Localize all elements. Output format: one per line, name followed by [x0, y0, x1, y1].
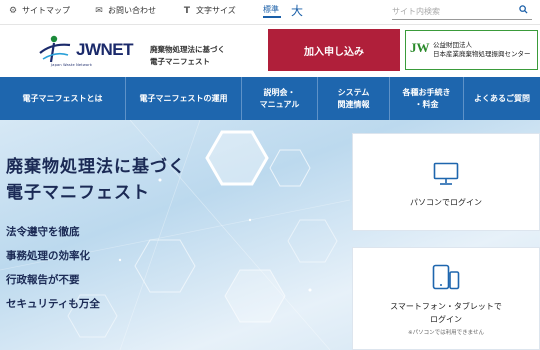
nav-item-procedures[interactable]: 各種お手続き ・料金: [390, 77, 464, 120]
hero-title: 廃棄物処理法に基づく 電子マニフェスト: [6, 157, 186, 203]
jwnet-logo-icon: [38, 35, 72, 65]
mail-icon: ✉: [95, 5, 103, 16]
monitor-icon: [433, 162, 459, 190]
pc-login-label: パソコンでログイン: [410, 198, 482, 207]
benefit-item: 事務処理の効率化: [6, 250, 90, 262]
benefit-item: 法令遵守を徹底: [6, 226, 80, 238]
smartphone-login-note: ※パソコンでは利用できません: [408, 330, 484, 336]
nav-item-system[interactable]: システム 関連情報: [318, 77, 390, 120]
font-size-standard[interactable]: 標準: [263, 4, 279, 15]
smartphone-login-card[interactable]: スマートフォン・タブレットで ログイン ※パソコンでは利用できません: [352, 247, 540, 350]
logo-subtitle: Japan Waste Network: [51, 63, 93, 67]
search-icon[interactable]: [519, 5, 528, 17]
search-input[interactable]: サイト内検索: [392, 3, 532, 20]
font-size-icon: T: [183, 5, 191, 16]
font-size-large[interactable]: 大: [291, 2, 303, 19]
nav-item-faq[interactable]: よくあるご質問: [464, 77, 540, 120]
sitemap-link[interactable]: ⚙ サイトマップ: [8, 5, 70, 16]
join-application-button[interactable]: 加入申し込み: [268, 29, 400, 71]
font-size-label: T 文字サイズ: [183, 5, 236, 16]
benefit-item: 行政報告が不要: [6, 274, 80, 286]
smartphone-tablet-icon: [432, 264, 460, 294]
jw-logo-icon: JW: [410, 40, 430, 55]
smartphone-login-label: スマートフォン・タブレットで ログイン: [390, 302, 502, 324]
hero-benefits-list: 法令遵守を徹底 事務処理の効率化 行政報告が不要 セキュリティも万全: [6, 220, 100, 316]
nav-item-operation[interactable]: 電子マニフェストの運用: [126, 77, 242, 120]
nav-item-about[interactable]: 電子マニフェストとは: [0, 77, 126, 120]
font-size-selected-indicator: [263, 16, 281, 18]
main-nav: 電子マニフェストとは 電子マニフェストの運用 説明会・ マニュアル システム 関…: [0, 77, 540, 120]
site-logo[interactable]: JWNET: [38, 35, 134, 65]
nav-item-manuals[interactable]: 説明会・ マニュアル: [242, 77, 318, 120]
contact-link[interactable]: ✉ お問い合わせ: [94, 5, 156, 16]
sitemap-icon: ⚙: [8, 5, 18, 16]
pc-login-card[interactable]: パソコンでログイン: [352, 133, 540, 231]
site-tagline: 廃棄物処理法に基づく 電子マニフェスト: [150, 45, 225, 66]
benefit-item: セキュリティも万全: [6, 298, 100, 310]
jw-center-banner[interactable]: JW 公益財団法人 日本産業廃棄物処理振興センター: [405, 30, 538, 70]
utility-bar: ⚙ サイトマップ ✉ お問い合わせ T 文字サイズ 標準 大 サイト内検索: [0, 0, 540, 24]
